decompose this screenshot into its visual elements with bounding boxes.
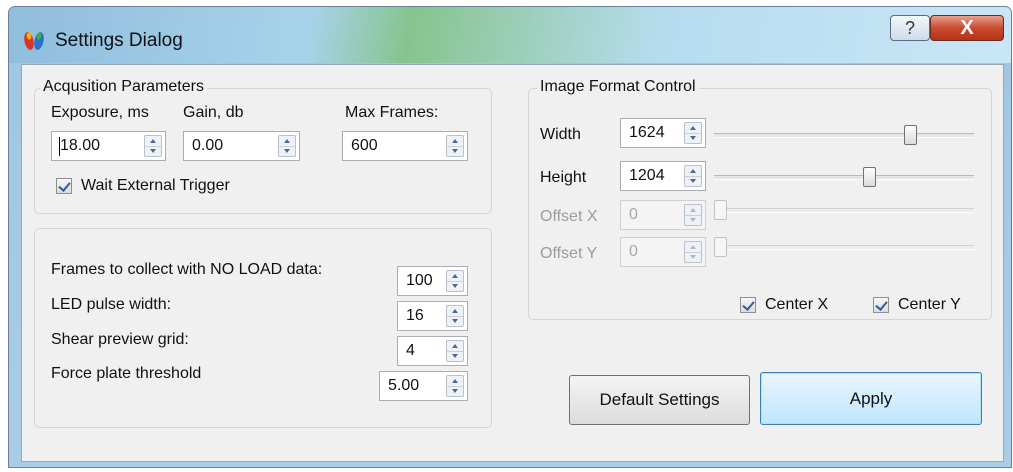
max-frames-label: Max Frames: — [345, 104, 439, 121]
gain-value: 0.00 — [192, 137, 224, 154]
max-frames-spinbox[interactable]: 600 — [342, 131, 468, 161]
offset-x-spin-arrows — [684, 204, 702, 226]
center-y-label[interactable]: Center Y — [898, 296, 961, 314]
wait-external-trigger-checkbox[interactable] — [56, 178, 72, 194]
center-x-label[interactable]: Center X — [765, 296, 828, 314]
no-load-frames-spinbox[interactable]: 100 — [397, 266, 468, 296]
height-slider[interactable] — [714, 175, 974, 180]
default-settings-button[interactable]: Default Settings — [569, 375, 750, 425]
no-load-frames-spin-arrows[interactable] — [446, 270, 464, 292]
max-frames-value: 600 — [351, 137, 378, 154]
led-pulse-width-spinbox[interactable]: 16 — [397, 301, 468, 331]
exposure-value: 18.00 — [60, 137, 101, 154]
offset-x-spinbox: 0 — [620, 200, 706, 230]
width-slider-thumb[interactable] — [904, 125, 917, 145]
gain-spinbox[interactable]: 0.00 — [183, 131, 300, 161]
shear-preview-grid-label: Shear preview grid: — [51, 331, 189, 348]
width-spinbox[interactable]: 1624 — [620, 118, 706, 148]
exposure-label: Exposure, ms — [51, 104, 149, 121]
title-bar[interactable]: Settings Dialog ? X — [9, 7, 1011, 63]
help-button[interactable]: ? — [890, 15, 930, 41]
settings-dialog-window: Settings Dialog ? X Acqusition Parameter… — [8, 6, 1012, 468]
exposure-spinbox[interactable]: 18.00 — [51, 131, 166, 161]
offset-y-slider-thumb — [714, 237, 727, 257]
led-pulse-width-spin-arrows[interactable] — [446, 305, 464, 327]
no-load-frames-value: 100 — [406, 272, 433, 289]
dialog-body: Acqusition Parameters Exposure, ms 18.00… — [21, 64, 1004, 462]
led-pulse-width-value: 16 — [406, 307, 424, 324]
apply-button[interactable]: Apply — [760, 372, 982, 425]
window-title: Settings Dialog — [55, 30, 183, 51]
close-button[interactable]: X — [930, 15, 1004, 41]
width-slider[interactable] — [714, 133, 974, 138]
center-x-checkbox[interactable] — [740, 297, 756, 313]
acquisition-group-title: Acqusition Parameters — [40, 78, 207, 96]
image-format-group-title: Image Format Control — [537, 78, 699, 96]
led-pulse-width-label: LED pulse width: — [51, 296, 172, 313]
width-label: Width — [540, 126, 581, 143]
force-plate-threshold-label: Force plate threshold — [51, 365, 202, 382]
offset-y-spinbox: 0 — [620, 237, 706, 267]
image-format-control-group — [528, 88, 992, 320]
height-spinbox[interactable]: 1204 — [620, 161, 706, 191]
shear-preview-grid-value: 4 — [406, 342, 415, 359]
footprints-icon — [24, 32, 44, 50]
force-plate-threshold-spinbox[interactable]: 5.00 — [379, 371, 468, 401]
no-load-frames-label: Frames to collect with NO LOAD data: — [51, 261, 323, 278]
offset-y-label: Offset Y — [540, 245, 598, 262]
height-slider-thumb[interactable] — [863, 167, 876, 187]
width-value: 1624 — [629, 124, 665, 141]
height-label: Height — [540, 169, 587, 186]
shear-preview-grid-spin-arrows[interactable] — [446, 340, 464, 362]
offset-y-slider — [714, 245, 974, 250]
max-frames-spin-arrows[interactable] — [446, 135, 464, 157]
wait-external-trigger-label[interactable]: Wait External Trigger — [81, 177, 230, 195]
shear-preview-grid-spinbox[interactable]: 4 — [397, 336, 468, 366]
offset-y-value: 0 — [629, 243, 638, 260]
exposure-spin-arrows[interactable] — [144, 135, 162, 157]
gain-label: Gain, db — [183, 104, 244, 121]
offset-x-label: Offset X — [540, 208, 598, 225]
offset-x-value: 0 — [629, 206, 638, 223]
center-y-checkbox[interactable] — [873, 297, 889, 313]
height-spin-arrows[interactable] — [684, 165, 702, 187]
offset-y-spin-arrows — [684, 241, 702, 263]
height-value: 1204 — [629, 167, 665, 184]
force-plate-threshold-spin-arrows[interactable] — [446, 375, 464, 397]
offset-x-slider-thumb — [714, 200, 727, 220]
force-plate-threshold-value: 5.00 — [388, 377, 420, 394]
width-spin-arrows[interactable] — [684, 122, 702, 144]
offset-x-slider — [714, 208, 974, 213]
gain-spin-arrows[interactable] — [278, 135, 296, 157]
